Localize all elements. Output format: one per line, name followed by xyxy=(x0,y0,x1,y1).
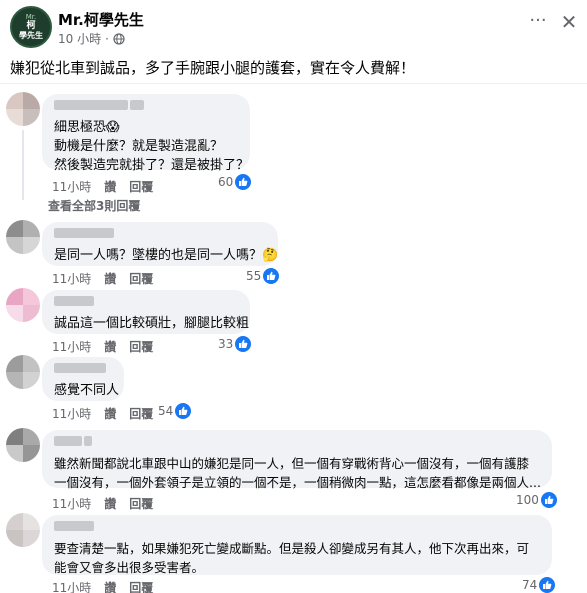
thread-line xyxy=(22,130,24,200)
reaction-count-number: 60 xyxy=(218,175,234,189)
like-icon xyxy=(235,336,252,352)
comment-time[interactable]: 11小時 xyxy=(52,579,91,593)
comment-text-line: 誠品這一個比較碩壯，腳腿比較粗 xyxy=(54,316,250,331)
reaction-count-number: 54 xyxy=(158,404,174,418)
page-avatar[interactable]: Mr. 柯 學先生 xyxy=(10,6,52,48)
reply-button[interactable]: 回覆 xyxy=(129,338,153,355)
comment-bubble: 是同一人嗎？墜樓的也是同一人嗎？🤔 xyxy=(42,222,278,266)
avatar-text-line1: 柯 xyxy=(26,20,36,31)
comment-text-line: 細思極恐😱 xyxy=(54,120,120,135)
avatar[interactable] xyxy=(6,513,40,547)
comment-time[interactable]: 11小時 xyxy=(52,338,91,355)
like-button[interactable]: 讚 xyxy=(104,338,116,355)
reaction-count-number: 100 xyxy=(516,493,539,507)
comment-author[interactable] xyxy=(54,363,112,375)
like-icon xyxy=(263,268,280,284)
comment-text-line: 然後製造完就掛了？還是被掛了？ xyxy=(54,158,250,173)
comment-actions: 11小時 讚 回覆 xyxy=(52,338,153,355)
reaction-count-number: 74 xyxy=(522,578,538,592)
comment-author[interactable] xyxy=(54,521,540,533)
comment-time[interactable]: 11小時 xyxy=(52,405,91,422)
reply-button[interactable]: 回覆 xyxy=(129,270,153,287)
comment-text-line: 要查清楚一點，如果嫌犯死亡變成斷點。但是殺人卻變成另有其人，他下次再出來，可 xyxy=(54,541,530,556)
comment-text-line: 雖然新聞都說北車跟中山的嫌犯是同一人，但一個有穿戰術背心一個沒有，一個有護膝 xyxy=(54,456,530,471)
comment-text-line: 能會又會多出很多受害者。 xyxy=(54,560,205,575)
comment-author[interactable] xyxy=(54,436,540,448)
comment-time[interactable]: 11小時 xyxy=(52,270,91,287)
like-button[interactable]: 讚 xyxy=(104,495,116,512)
like-icon xyxy=(539,577,556,593)
comment-text-line: 是同一人嗎？墜樓的也是同一人嗎？🤔 xyxy=(54,248,279,263)
reaction-count[interactable]: 54 xyxy=(158,403,192,419)
avatar[interactable] xyxy=(6,355,40,389)
more-options-button[interactable]: ··· xyxy=(528,12,548,34)
divider xyxy=(0,83,587,84)
reaction-count[interactable]: 60 xyxy=(218,174,252,190)
like-icon xyxy=(540,492,557,508)
post-body-text: 嫌犯從北車到誠品，多了手腕跟小腿的護套，實在令人費解！ xyxy=(10,59,416,77)
comment-text-line: 感覺不同人 xyxy=(54,383,120,398)
comment-text-line: 動機是什麼？就是製造混亂？ xyxy=(54,139,224,154)
comment-actions: 11小時 讚 回覆 xyxy=(52,178,153,195)
comment-author[interactable] xyxy=(54,228,266,240)
comment-actions: 11小時 讚 回覆 xyxy=(52,579,153,593)
like-button[interactable]: 讚 xyxy=(104,270,116,287)
reply-button[interactable]: 回覆 xyxy=(129,579,153,593)
avatar[interactable] xyxy=(6,428,40,462)
comment-bubble: 細思極恐😱 動機是什麼？就是製造混亂？ 然後製造完就掛了？還是被掛了？ xyxy=(42,94,250,173)
comment-actions: 11小時 讚 回覆 xyxy=(52,270,153,287)
comment-bubble: 感覺不同人 xyxy=(42,357,124,401)
post-meta: 10 小時 · xyxy=(58,30,125,47)
comment-author[interactable] xyxy=(54,100,238,112)
page-name-link[interactable]: Mr.柯學先生 xyxy=(58,9,144,30)
like-button[interactable]: 讚 xyxy=(104,579,116,593)
comment-bubble: 雖然新聞都說北車跟中山的嫌犯是同一人，但一個有穿戰術背心一個沒有，一個有護膝 一… xyxy=(42,430,552,490)
comment-author[interactable] xyxy=(54,296,238,308)
avatar-text-line2: 學先生 xyxy=(19,30,43,40)
reply-button[interactable]: 回覆 xyxy=(129,178,153,195)
reaction-count-number: 33 xyxy=(218,337,234,351)
close-button[interactable]: ✕ xyxy=(558,12,580,34)
more-horizontal-icon: ··· xyxy=(529,10,547,31)
reply-button[interactable]: 回覆 xyxy=(129,495,153,512)
like-icon xyxy=(235,174,252,190)
view-replies-link[interactable]: 查看全部3則回覆 xyxy=(48,197,140,214)
reaction-count[interactable]: 33 xyxy=(218,336,252,352)
post-time[interactable]: 10 小時 xyxy=(58,30,101,47)
comment-text-line: 一個沒有，一個外套領子是立領的一個不是，一個稍微肉一點，這怎麼看都像是兩個人..… xyxy=(54,475,541,490)
reply-button[interactable]: 回覆 xyxy=(129,405,153,422)
comment-time[interactable]: 11小時 xyxy=(52,495,91,512)
globe-icon xyxy=(113,32,125,45)
avatar[interactable] xyxy=(6,220,40,254)
meta-separator: · xyxy=(105,31,109,46)
post-header: Mr. 柯 學先生 Mr.柯學先生 10 小時 · ··· ✕ xyxy=(10,6,580,48)
comment-bubble: 要查清楚一點，如果嫌犯死亡變成斷點。但是殺人卻變成另有其人，他下次再出來，可 能… xyxy=(42,515,552,575)
comment-actions: 11小時 讚 回覆 xyxy=(52,495,153,512)
close-icon: ✕ xyxy=(560,10,578,34)
avatar[interactable] xyxy=(6,288,40,322)
like-button[interactable]: 讚 xyxy=(104,405,116,422)
reaction-count[interactable]: 55 xyxy=(246,268,280,284)
like-button[interactable]: 讚 xyxy=(104,178,116,195)
reaction-count[interactable]: 100 xyxy=(516,492,557,508)
comment-bubble: 誠品這一個比較碩壯，腳腿比較粗 xyxy=(42,290,250,334)
comment-actions: 11小時 讚 回覆 xyxy=(52,405,153,422)
like-icon xyxy=(175,403,192,419)
reaction-count-number: 55 xyxy=(246,269,262,283)
comment-time[interactable]: 11小時 xyxy=(52,178,91,195)
reaction-count[interactable]: 74 xyxy=(522,577,556,593)
avatar[interactable] xyxy=(6,92,40,126)
avatar-text-small: Mr. xyxy=(25,12,37,21)
